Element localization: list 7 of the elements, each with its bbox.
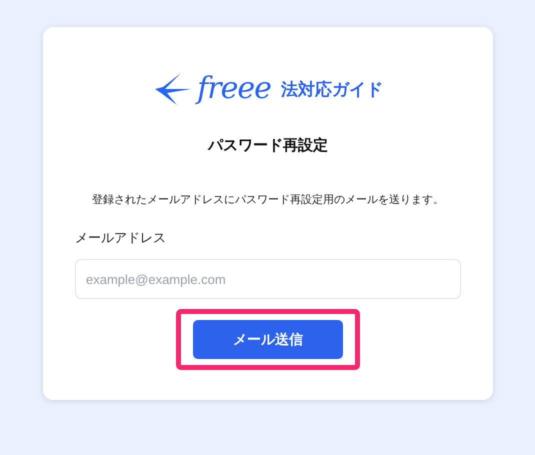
- logo-subtitle: 法対応ガイド: [280, 78, 383, 100]
- email-field[interactable]: example@example.com: [75, 259, 461, 299]
- logo-wordmark: freee: [197, 74, 271, 104]
- page-title: パスワード再設定: [208, 136, 328, 155]
- field-label: メールアドレス: [75, 230, 166, 247]
- description: 登録されたメールアドレスにパスワード再設定用のメールを送ります。: [92, 192, 444, 207]
- send-mail-button[interactable]: メール送信: [193, 320, 343, 359]
